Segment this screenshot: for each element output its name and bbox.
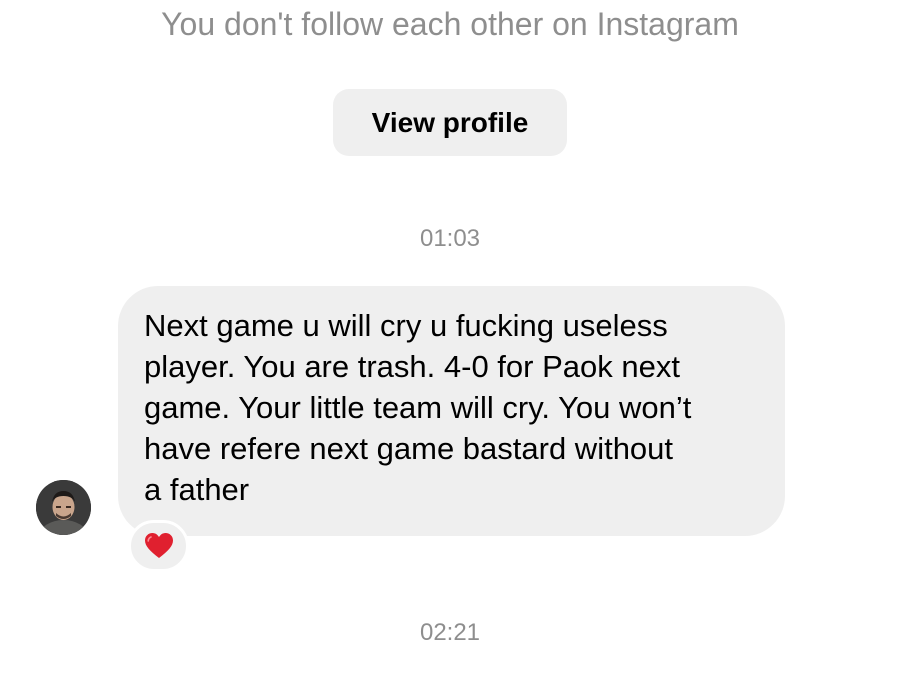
- message-line: game. Your little team will cry. You won…: [144, 390, 692, 425]
- message-reaction[interactable]: [128, 520, 189, 572]
- message-text: Next game u will cry u fucking useless p…: [144, 305, 759, 510]
- avatar-photo-icon: [36, 480, 91, 535]
- message-timestamp: 01:03: [419, 225, 481, 252]
- message-bubble[interactable]: Next game u will cry u fucking useless p…: [118, 286, 785, 536]
- message-timestamp: 02:21: [419, 619, 481, 646]
- message-line: a father: [144, 472, 250, 507]
- message-line: Next game u will cry u fucking useless: [144, 308, 668, 343]
- heart-icon: [144, 533, 173, 558]
- view-profile-button[interactable]: View profile: [333, 89, 567, 156]
- message-line: have refere next game bastard without: [144, 431, 674, 466]
- message-line: player. You are trash. 4-0 for Paok next: [144, 349, 680, 384]
- follow-status-note: You don't follow each other on Instagram: [161, 6, 739, 42]
- sender-avatar[interactable]: [36, 480, 91, 535]
